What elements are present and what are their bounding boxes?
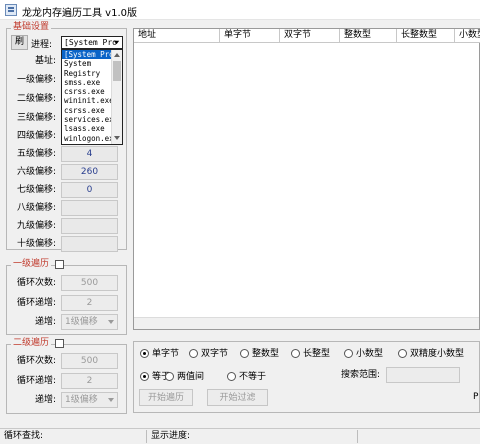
table-horizontal-scrollbar[interactable] [134, 317, 479, 329]
status-progress: 显示进度: [148, 430, 358, 443]
app-icon [5, 4, 17, 16]
compare-radio-equal[interactable] [140, 372, 149, 381]
search-range-label: 搜索范围: [341, 370, 381, 380]
loop2-title: 二级遍历 [11, 338, 52, 349]
results-table[interactable]: 地址 单字节 双字节 整数型 长整数型 小数型 [133, 28, 480, 330]
process-list-item[interactable]: services.exe [62, 115, 112, 124]
column-header-int[interactable]: 整数型 [340, 29, 397, 43]
process-label: 进程: [31, 40, 53, 50]
type-label-byte: 单字节 [152, 349, 180, 359]
column-header-word[interactable]: 双字节 [280, 29, 340, 43]
offset-field-7[interactable]: 0 [61, 182, 118, 198]
process-selected-value: [System Pro [64, 38, 117, 47]
loop1-title: 一级遍历 [11, 259, 52, 270]
offset-field-10[interactable] [61, 236, 118, 252]
scroll-thumb[interactable] [113, 61, 121, 81]
type-radio-double[interactable] [398, 349, 407, 358]
loop2-step-label: 循环递增: [16, 376, 56, 386]
column-header-float[interactable]: 小数型 [455, 29, 480, 43]
loop1-count-field[interactable]: 500 [61, 275, 118, 291]
type-radio-float[interactable] [344, 349, 353, 358]
type-label-int: 整数型 [252, 349, 280, 359]
compare-label-notequal: 不等于 [239, 372, 267, 382]
offset-label-7: 七级偏移: [16, 185, 56, 195]
column-header-long[interactable]: 长整数型 [397, 29, 455, 43]
process-dropdown-list[interactable]: [System Pro System Registry smss.exe csr… [61, 49, 123, 145]
offset-label-2: 二级偏移: [16, 94, 56, 104]
type-radio-long[interactable] [291, 349, 300, 358]
base-address-label: 基址: [34, 56, 56, 66]
type-radio-byte[interactable] [140, 349, 149, 358]
scroll-down-icon[interactable] [113, 134, 121, 142]
offset-label-10: 十级偏移: [16, 239, 56, 249]
basic-settings-title: 基础设置 [11, 22, 52, 33]
type-label-float: 小数型 [356, 349, 384, 359]
column-header-byte[interactable]: 单字节 [220, 29, 280, 43]
loop2-inc-label: 递增: [34, 395, 56, 405]
loop1-inc-select[interactable]: 1级偏移 [61, 314, 118, 330]
process-list-scrollbar[interactable] [111, 50, 122, 144]
loop1-inc-label: 递增: [34, 317, 56, 327]
offset-label-4: 四级偏移: [16, 131, 56, 141]
chevron-down-icon[interactable] [112, 38, 121, 47]
offset-label-3: 三级偏移: [16, 113, 56, 123]
process-list-item[interactable]: lsass.exe [62, 124, 112, 133]
process-list-item[interactable]: smss.exe [62, 78, 112, 87]
start-filter-button[interactable]: 开始过滤 [207, 389, 268, 406]
right-edge-label: P [473, 392, 479, 402]
start-traverse-button[interactable]: 开始遍历 [139, 389, 193, 406]
loop1-count-label: 循环次数: [16, 278, 56, 288]
process-list-item[interactable]: System [62, 59, 112, 68]
process-select[interactable]: [System Pro [61, 36, 123, 49]
loop1-step-field[interactable]: 2 [61, 295, 118, 311]
loop1-checkbox[interactable] [55, 260, 64, 269]
loop2-inc-value: 1级偏移 [65, 395, 98, 405]
offset-label-8: 八级偏移: [16, 203, 56, 213]
process-list-item[interactable]: csrss.exe [62, 106, 112, 115]
loop2-step-field[interactable]: 2 [61, 373, 118, 389]
compare-radio-between[interactable] [165, 372, 174, 381]
status-bar: 循环查找: 显示进度: [0, 428, 480, 444]
compare-radio-notequal[interactable] [227, 372, 236, 381]
loop2-inc-select[interactable]: 1级偏移 [61, 392, 118, 408]
chevron-down-icon[interactable] [107, 318, 115, 326]
offset-field-5[interactable]: 4 [61, 146, 118, 162]
window-title: 龙龙内存遍历工具 v1.0版 [22, 8, 137, 19]
column-header-address[interactable]: 地址 [134, 29, 220, 43]
scroll-up-icon[interactable] [113, 51, 121, 59]
type-label-long: 长整型 [303, 349, 331, 359]
status-loop-find: 循环查找: [1, 430, 147, 443]
compare-label-between: 两值间 [177, 372, 205, 382]
loop2-checkbox[interactable] [55, 339, 64, 348]
offset-label-6: 六级偏移: [16, 167, 56, 177]
process-list-item[interactable]: [System Pro [62, 50, 112, 60]
process-list-item[interactable]: Registry [62, 69, 112, 78]
offset-label-5: 五级偏移: [16, 149, 56, 159]
title-bar: 龙龙内存遍历工具 v1.0版 [0, 0, 480, 20]
process-list-item[interactable]: csrss.exe [62, 87, 112, 96]
loop1-inc-value: 1级偏移 [65, 317, 98, 327]
offset-field-9[interactable] [61, 218, 118, 234]
offset-field-6[interactable]: 260 [61, 164, 118, 180]
loop1-step-label: 循环递增: [16, 298, 56, 308]
process-list-item[interactable]: winlogon.exe [62, 134, 112, 143]
process-list-item[interactable]: wininit.exe [62, 96, 112, 105]
offset-label-1: 一级偏移: [16, 75, 56, 85]
type-radio-int[interactable] [240, 349, 249, 358]
loop2-count-label: 循环次数: [16, 356, 56, 366]
type-label-word: 双字节 [201, 349, 229, 359]
search-range-field[interactable] [386, 367, 460, 383]
offset-field-8[interactable] [61, 200, 118, 216]
chevron-down-icon[interactable] [107, 396, 115, 404]
refresh-button[interactable]: 刷 [11, 35, 28, 50]
loop2-count-field[interactable]: 500 [61, 353, 118, 369]
offset-label-9: 九级偏移: [16, 221, 56, 231]
type-radio-word[interactable] [189, 349, 198, 358]
type-label-double: 双精度小数型 [410, 349, 465, 359]
